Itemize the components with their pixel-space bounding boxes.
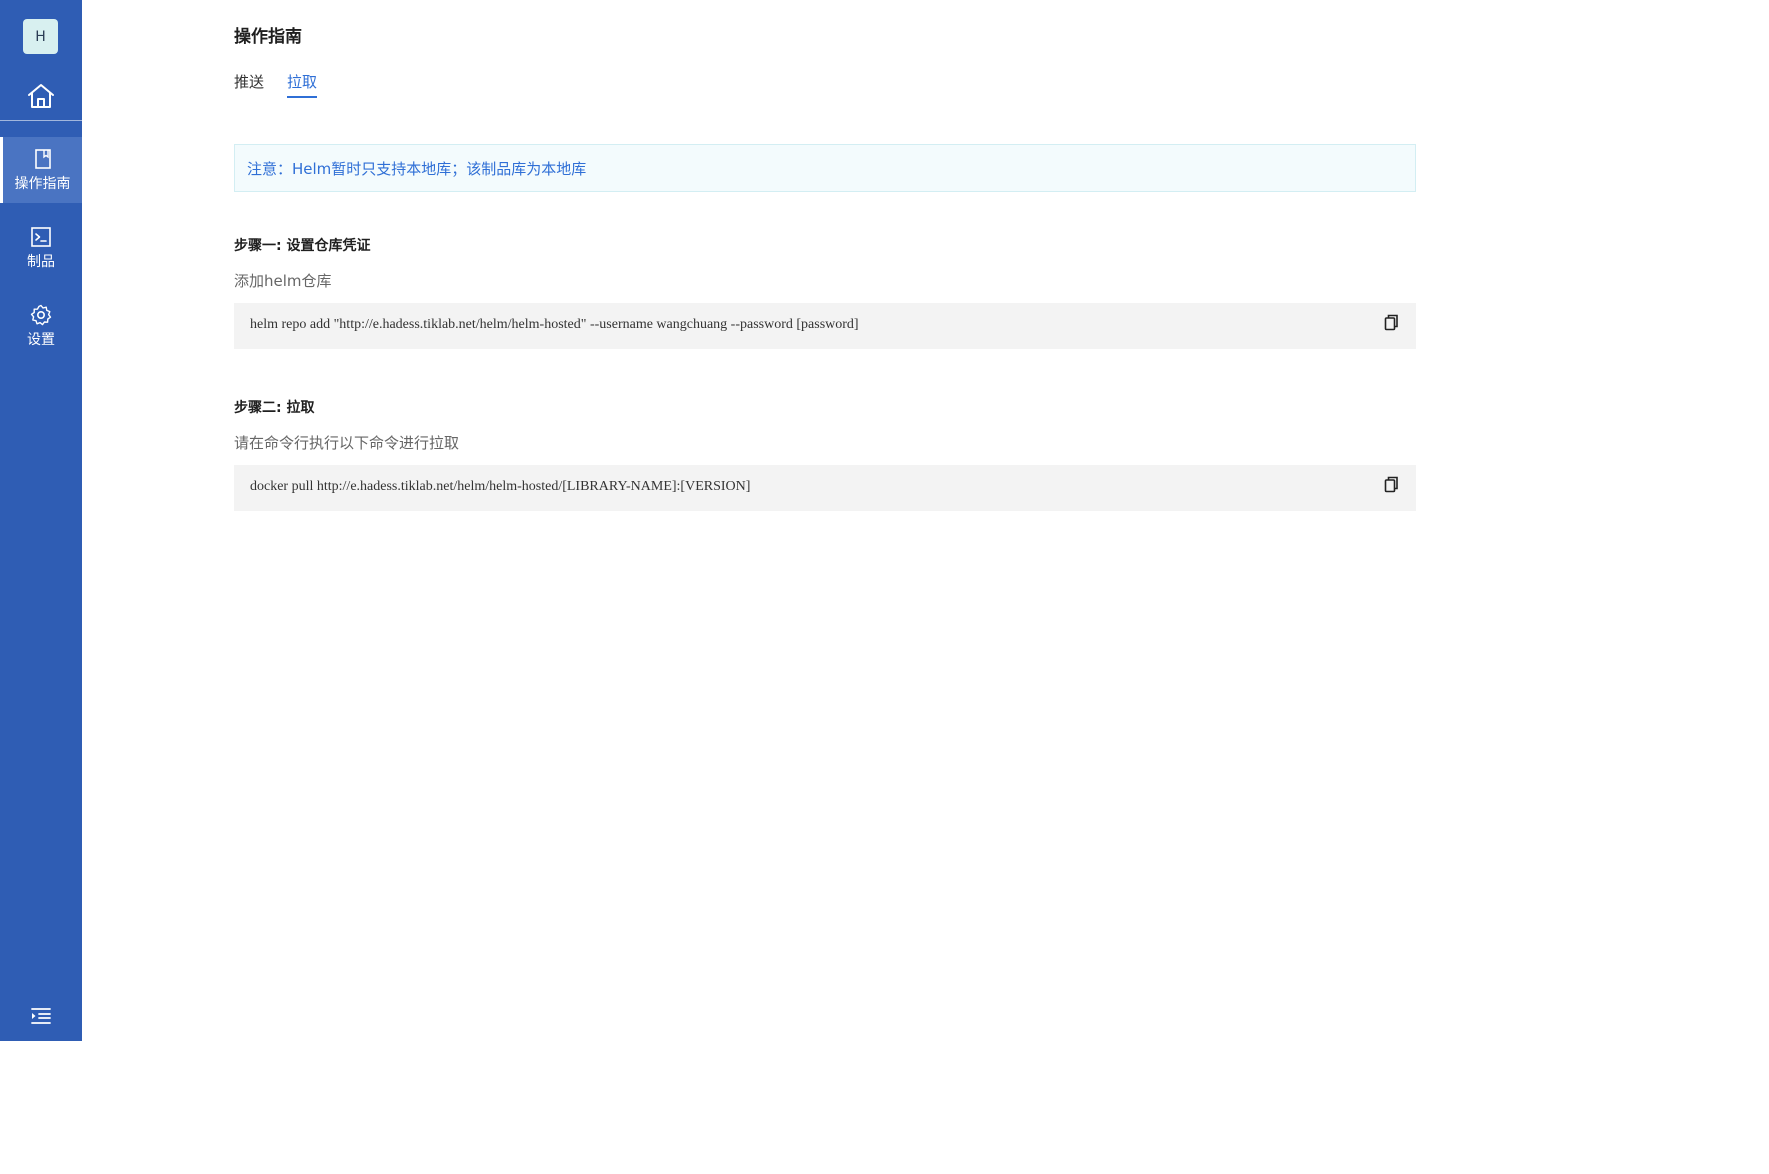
terminal-icon bbox=[31, 227, 51, 247]
menu-expand-icon bbox=[31, 1008, 51, 1024]
code-block: helm repo add "http://e.hadess.tiklab.ne… bbox=[234, 303, 1416, 349]
avatar[interactable]: H bbox=[23, 19, 58, 54]
tab-push[interactable]: 推送 bbox=[234, 71, 264, 96]
step-description: 添加helm仓库 bbox=[234, 272, 332, 290]
sidebar-item-label: 操作指南 bbox=[14, 176, 71, 192]
notice-text: 注意：Helm暂时只支持本地库；该制品库为本地库 bbox=[247, 159, 587, 178]
sidebar-item-guide[interactable]: 操作指南 bbox=[0, 137, 82, 203]
step-title: 步骤二: 拉取 bbox=[234, 400, 315, 416]
book-icon bbox=[34, 149, 51, 169]
tab-pull[interactable]: 拉取 bbox=[287, 71, 318, 98]
sidebar-item-artifacts[interactable]: 制品 bbox=[0, 215, 82, 281]
notice-banner: 注意：Helm暂时只支持本地库；该制品库为本地库 bbox=[234, 144, 1416, 192]
gear-icon bbox=[30, 304, 52, 326]
home-icon bbox=[28, 84, 54, 108]
copy-icon bbox=[1384, 476, 1398, 493]
code-command[interactable]: docker pull http://e.hadess.tiklab.net/h… bbox=[250, 479, 750, 495]
sidebar: H 操作指南 制品 设置 bbox=[0, 0, 82, 1041]
step-description: 请在命令行执行以下命令进行拉取 bbox=[234, 434, 460, 452]
copy-button[interactable] bbox=[1382, 313, 1400, 333]
avatar-letter: H bbox=[35, 28, 46, 45]
page-title: 操作指南 bbox=[234, 27, 302, 47]
copy-button[interactable] bbox=[1382, 475, 1400, 495]
sidebar-item-label: 制品 bbox=[27, 254, 55, 270]
app-root: H 操作指南 制品 设置 操作指南 推送 拉取 注意：Helm暂时只支持本地库；… bbox=[0, 0, 1568, 1041]
step-title: 步骤一: 设置仓库凭证 bbox=[234, 238, 371, 254]
code-command[interactable]: helm repo add "http://e.hadess.tiklab.ne… bbox=[250, 317, 859, 333]
sidebar-item-label: 设置 bbox=[27, 332, 55, 348]
code-block: docker pull http://e.hadess.tiklab.net/h… bbox=[234, 465, 1416, 511]
home-button[interactable] bbox=[0, 74, 82, 118]
sidebar-item-settings[interactable]: 设置 bbox=[0, 293, 82, 359]
sidebar-collapse-button[interactable] bbox=[0, 1001, 82, 1031]
sidebar-divider bbox=[0, 120, 82, 121]
copy-icon bbox=[1384, 314, 1398, 331]
